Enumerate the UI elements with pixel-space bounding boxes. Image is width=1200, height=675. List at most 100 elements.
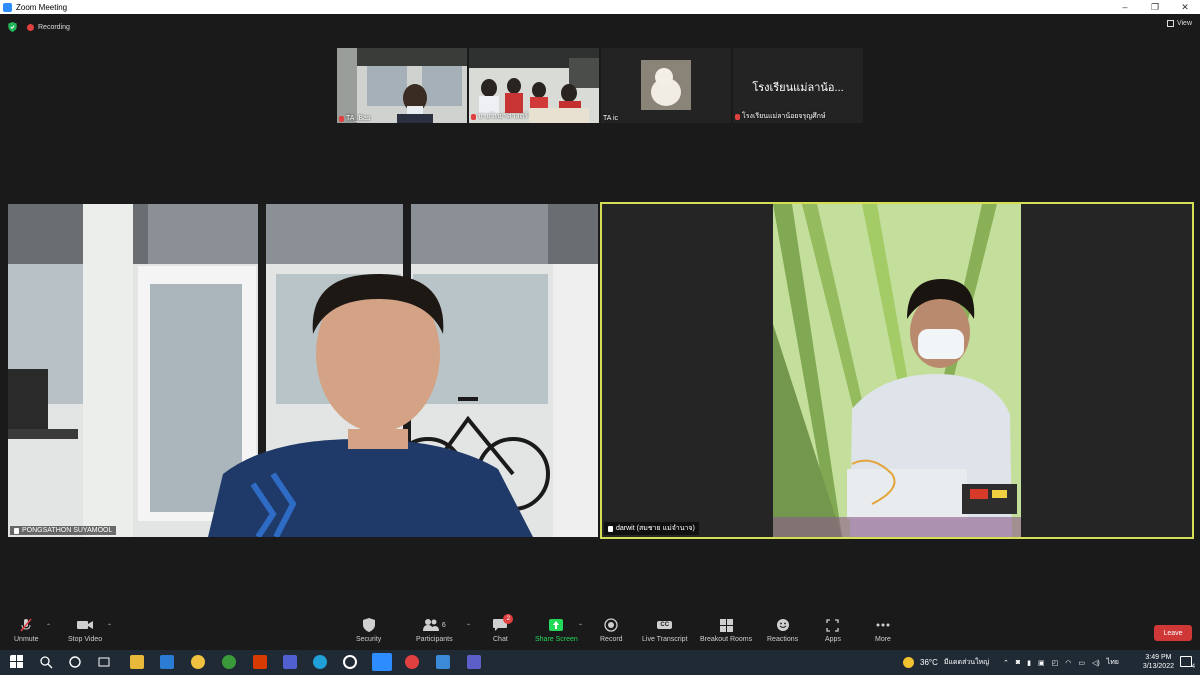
window-title: Zoom Meeting: [16, 2, 68, 12]
more-button[interactable]: More: [875, 618, 891, 643]
security-button[interactable]: Security: [356, 618, 381, 643]
weather-temp: 36°C: [920, 658, 938, 667]
cortana-icon[interactable]: [68, 655, 82, 669]
cc-icon: CC: [657, 621, 673, 629]
video-tile-darwit[interactable]: darwit (สมชาย แม่จำนาจ): [600, 202, 1194, 539]
system-tray: ⌃ ◙ ▮ ▣ ◰ ◠ ▭ ◁) ไทย: [1003, 650, 1119, 675]
battery-icon[interactable]: ▭: [1078, 659, 1085, 667]
language-indicator[interactable]: ไทย: [1107, 657, 1119, 668]
participant-video: [8, 204, 598, 537]
thumbnail-name: TA_Bas: [339, 115, 370, 122]
view-button[interactable]: View: [1166, 20, 1192, 27]
clock-time: 3:49 PM: [1145, 654, 1172, 661]
recording-label[interactable]: Recording: [38, 24, 70, 31]
muted-mic-icon: [735, 113, 740, 120]
wifi-icon[interactable]: ◠: [1065, 659, 1071, 667]
apps-button[interactable]: Apps: [825, 618, 841, 643]
task-view-icon[interactable]: [97, 655, 111, 669]
thumbnail-tile[interactable]: ปายวิทยาศาสตร์: [469, 48, 599, 123]
share-screen-icon: [549, 619, 564, 631]
leave-button[interactable]: Leave: [1154, 625, 1192, 641]
zoom-app-icon: [3, 2, 12, 12]
video-options-caret[interactable]: ⌃: [107, 623, 112, 630]
weather-sun-icon: [903, 657, 914, 668]
live-transcript-button[interactable]: CC Live Transcript: [642, 618, 688, 643]
chat-button[interactable]: 2 Chat: [493, 614, 514, 643]
thumbnail-name: TA ic: [603, 115, 619, 122]
video-tile-pongsathon[interactable]: PONGSATHON SUYAMOOL: [8, 204, 598, 537]
zoom-taskbar-icon[interactable]: [372, 653, 392, 671]
apps-icon: [826, 618, 840, 632]
photos-icon[interactable]: [436, 655, 450, 669]
weather-widget[interactable]: 36°C มีแดดส่วนใหญ่: [903, 650, 989, 675]
participants-icon: [422, 619, 439, 631]
notification-center-icon[interactable]: 4: [1180, 656, 1195, 670]
thumbnail-tile[interactable]: TA_Bas: [337, 48, 467, 123]
edge-icon[interactable]: [313, 655, 327, 669]
volume-icon[interactable]: ◁): [1092, 659, 1100, 667]
encryption-shield-icon[interactable]: [8, 22, 17, 32]
thumbnail-name: โรงเรียนแม่ลาน้อยจรุญศึกษ์: [735, 111, 826, 122]
weather-description: มีแดดส่วนใหญ่: [943, 659, 990, 666]
windows-start-icon[interactable]: [10, 655, 24, 669]
share-options-caret[interactable]: ⌃: [578, 623, 583, 630]
meeting-info-bar: Recording View: [0, 14, 1200, 40]
search-icon[interactable]: [39, 655, 53, 669]
breakout-rooms-button[interactable]: Breakout Rooms: [700, 618, 752, 643]
app-icon[interactable]: [191, 655, 205, 669]
participant-name-label: darwit (สมชาย แม่จำนาจ): [604, 522, 699, 535]
thumbnail-tile[interactable]: TA ic: [601, 48, 731, 123]
participant-thumbnail-strip: TA_Bas ปายวิทยาศาสตร์ TA ic โรงเรียนแม่ล…: [337, 48, 863, 123]
pin-icon: [608, 525, 613, 532]
mic-muted-icon: [20, 618, 32, 632]
system-clock[interactable]: 3:49 PM 3/13/2022: [1143, 653, 1174, 671]
tray-app-icon[interactable]: ◙: [1016, 659, 1020, 666]
video-camera-icon: [77, 621, 94, 629]
participants-options-caret[interactable]: ⌃: [466, 623, 471, 630]
clock-date: 3/13/2022: [1142, 663, 1174, 670]
teams-icon[interactable]: [467, 655, 481, 669]
app-icon[interactable]: [343, 655, 357, 669]
windows-taskbar: 36°C มีแดดส่วนใหญ่ ⌃ ◙ ▮ ▣ ◰ ◠ ▭ ◁) ไทย …: [0, 650, 1200, 675]
notification-count: 4: [1191, 664, 1195, 670]
chrome-icon[interactable]: [405, 655, 419, 669]
breakout-rooms-icon: [719, 618, 733, 632]
office-icon[interactable]: [253, 655, 267, 669]
share-screen-button[interactable]: Share Screen: [535, 618, 578, 643]
muted-mic-icon: [471, 113, 476, 120]
participant-video: [337, 48, 467, 123]
pin-icon: [14, 527, 19, 534]
minimize-button[interactable]: –: [1110, 0, 1140, 14]
close-button[interactable]: ✕: [1170, 0, 1200, 14]
mail-icon[interactable]: [160, 655, 174, 669]
maximize-button[interactable]: ❐: [1140, 0, 1170, 14]
participant-name-label: PONGSATHON SUYAMOOL: [10, 526, 117, 535]
grid-view-icon: [1166, 20, 1174, 27]
participants-count: 6: [441, 621, 446, 629]
unmute-button[interactable]: Unmute: [14, 618, 39, 643]
window-titlebar: Zoom Meeting – ❐ ✕: [0, 0, 1200, 14]
meeting-toolbar: Unmute ⌃ Stop Video ⌃ Security 6 Partici…: [0, 614, 1200, 650]
app-icon[interactable]: [283, 655, 297, 669]
record-button[interactable]: Record: [600, 618, 623, 643]
participant-video: [602, 204, 1192, 537]
file-explorer-icon[interactable]: [130, 655, 144, 669]
participants-button[interactable]: 6 Participants: [416, 618, 453, 643]
thumbnail-display-name: โรงเรียนแม่ลาน้อ...: [752, 82, 844, 94]
record-icon: [604, 618, 618, 632]
muted-mic-icon: [339, 115, 344, 122]
chat-unread-badge: 2: [503, 614, 514, 624]
reactions-smiley-icon: [776, 619, 789, 631]
tray-app-icon[interactable]: ▣: [1038, 659, 1045, 667]
security-shield-icon: [362, 618, 375, 632]
tray-app-icon[interactable]: ◰: [1052, 659, 1059, 667]
participant-avatar-image: [601, 48, 731, 123]
more-dots-icon: [876, 623, 890, 627]
reactions-button[interactable]: Reactions: [767, 618, 798, 643]
tray-mic-icon[interactable]: ▮: [1027, 659, 1031, 667]
xbox-icon[interactable]: [222, 655, 236, 669]
thumbnail-tile[interactable]: โรงเรียนแม่ลาน้อ... โรงเรียนแม่ลาน้อยจรุ…: [733, 48, 863, 123]
stop-video-button[interactable]: Stop Video: [68, 618, 102, 643]
audio-options-caret[interactable]: ⌃: [46, 623, 51, 630]
tray-expand-icon[interactable]: ⌃: [1003, 659, 1009, 667]
